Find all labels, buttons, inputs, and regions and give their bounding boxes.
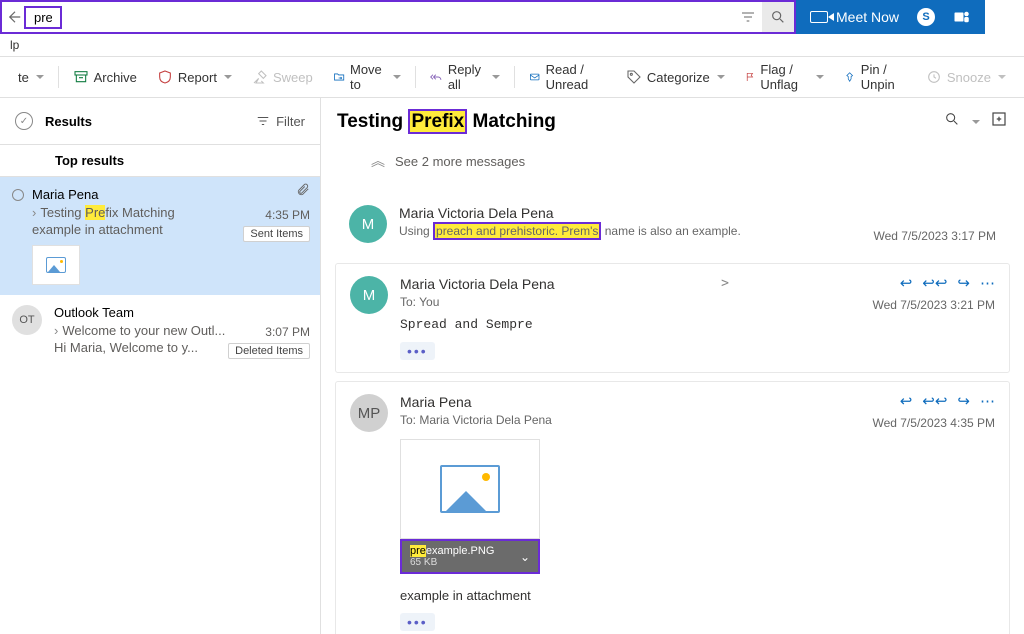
zoom-caret[interactable] — [972, 120, 980, 124]
back-arrow-icon[interactable] — [6, 8, 24, 26]
avatar: MP — [350, 394, 388, 432]
chevron-right-icon: › — [32, 205, 36, 220]
search-button[interactable] — [762, 2, 794, 32]
delete-button[interactable]: te — [8, 57, 54, 97]
filter-button[interactable]: Filter — [256, 114, 305, 129]
expand-dots[interactable]: ••• — [400, 613, 435, 631]
message-card[interactable]: M Maria Victoria Dela Pena Using preach … — [335, 193, 1010, 255]
categorize-button[interactable]: Categorize — [616, 57, 735, 97]
reading-pane: Testing Prefix Matching ︽ See 2 more mes… — [321, 98, 1024, 634]
attachment-size: 65 KB — [410, 557, 494, 568]
archive-icon — [73, 69, 89, 85]
snooze-button[interactable]: Snooze — [916, 57, 1016, 97]
see-more-link[interactable]: See 2 more messages — [395, 154, 525, 169]
message-card[interactable]: M Maria Victoria Dela Pena To: You Sprea… — [335, 263, 1010, 373]
reply-icon[interactable]: ↩ — [900, 274, 913, 292]
collapse-icon: > — [721, 276, 729, 291]
readunread-button[interactable]: Read / Unread — [519, 57, 616, 97]
meet-now-label: Meet Now — [836, 9, 899, 25]
expand-dots[interactable]: ••• — [400, 342, 435, 360]
reply-all-icon[interactable]: ↩↩ — [922, 274, 947, 292]
chevron-down-icon[interactable]: ⌄ — [520, 550, 530, 564]
result-item[interactable]: OT Outlook Team › Welcome to your new Ou… — [0, 295, 320, 365]
top-results-label: Top results — [0, 145, 320, 176]
flag-button[interactable]: Flag / Unflag — [735, 57, 835, 97]
flag-icon — [745, 69, 756, 85]
tag-icon — [626, 69, 642, 85]
more-icon[interactable]: ⋯ — [980, 392, 995, 410]
message-body: Spread and Sempre — [400, 317, 995, 332]
search-icon — [770, 9, 786, 25]
teams-icon[interactable] — [953, 8, 971, 26]
select-all-checkbox[interactable]: ✓ — [15, 112, 33, 130]
result-time: 4:35 PM — [243, 208, 310, 222]
expand-up-icon[interactable]: ︽ — [371, 151, 385, 171]
report-button[interactable]: Report — [147, 57, 242, 97]
select-checkbox[interactable] — [12, 189, 24, 201]
pin-button[interactable]: Pin / Unpin — [834, 57, 915, 97]
message-date: Wed 7/5/2023 3:21 PM — [872, 298, 995, 312]
clock-icon — [926, 69, 942, 85]
chevron-right-icon: › — [54, 323, 58, 338]
pin-icon — [844, 69, 855, 85]
message-date: Wed 7/5/2023 3:17 PM — [873, 229, 996, 243]
avatar: M — [349, 205, 387, 243]
image-icon — [46, 257, 66, 273]
popout-icon[interactable] — [990, 110, 1008, 133]
archive-button[interactable]: Archive — [63, 57, 147, 97]
camera-icon — [810, 11, 828, 23]
avatar: OT — [12, 305, 42, 335]
zoom-icon[interactable] — [944, 111, 960, 132]
message-date: Wed 7/5/2023 4:35 PM — [872, 416, 995, 430]
folder-badge: Deleted Items — [228, 343, 310, 359]
folder-badge: Sent Items — [243, 226, 310, 242]
avatar: M — [350, 276, 388, 314]
message-card[interactable]: MP Maria Pena To: Maria Victoria Dela Pe… — [335, 381, 1010, 634]
result-subject: Welcome to your new Outl... — [62, 323, 225, 338]
moveto-button[interactable]: Move to — [323, 57, 411, 97]
forward-icon[interactable]: ↪ — [957, 392, 970, 410]
result-subject: Testing Prefix Matching — [40, 205, 174, 220]
image-icon — [440, 465, 500, 513]
attachment-preview[interactable] — [400, 439, 540, 539]
folder-icon — [333, 69, 345, 85]
attachment-icon — [296, 183, 310, 197]
sweep-button[interactable]: Sweep — [242, 57, 323, 97]
replyall-button[interactable]: Reply all — [419, 57, 510, 97]
results-title: Results — [45, 114, 256, 129]
sweep-icon — [252, 69, 268, 85]
search-bar[interactable] — [0, 0, 796, 34]
result-time: 3:07 PM — [228, 325, 310, 339]
meet-now-button[interactable]: Meet Now — [810, 9, 899, 25]
filter-icon — [256, 114, 270, 128]
shield-icon — [157, 69, 173, 85]
attachment-thumb[interactable] — [32, 245, 80, 285]
reading-subject: Testing Prefix Matching — [337, 111, 944, 133]
message-sender: Maria Victoria Dela Pena — [399, 205, 996, 221]
message-body: example in attachment — [400, 588, 995, 603]
skype-icon[interactable]: S — [917, 8, 935, 26]
search-filter-icon[interactable] — [734, 2, 762, 32]
reply-icon[interactable]: ↩ — [900, 392, 913, 410]
reply-all-icon — [429, 69, 443, 85]
help-row: lp — [0, 34, 1024, 56]
forward-icon[interactable]: ↪ — [957, 274, 970, 292]
results-pane: ✓ Results Filter Top results Maria Pena … — [0, 98, 321, 634]
more-icon[interactable]: ⋯ — [980, 274, 995, 292]
result-item[interactable]: Maria Pena › Testing Prefix Matching exa… — [0, 177, 320, 295]
mail-icon — [529, 69, 540, 85]
toolbar: te Archive Report Sweep Move to Reply al… — [0, 57, 1024, 97]
reply-all-icon[interactable]: ↩↩ — [922, 392, 947, 410]
search-input[interactable] — [30, 8, 56, 27]
attachment-bar[interactable]: preexample.PNG 65 KB ⌄ — [400, 539, 540, 574]
